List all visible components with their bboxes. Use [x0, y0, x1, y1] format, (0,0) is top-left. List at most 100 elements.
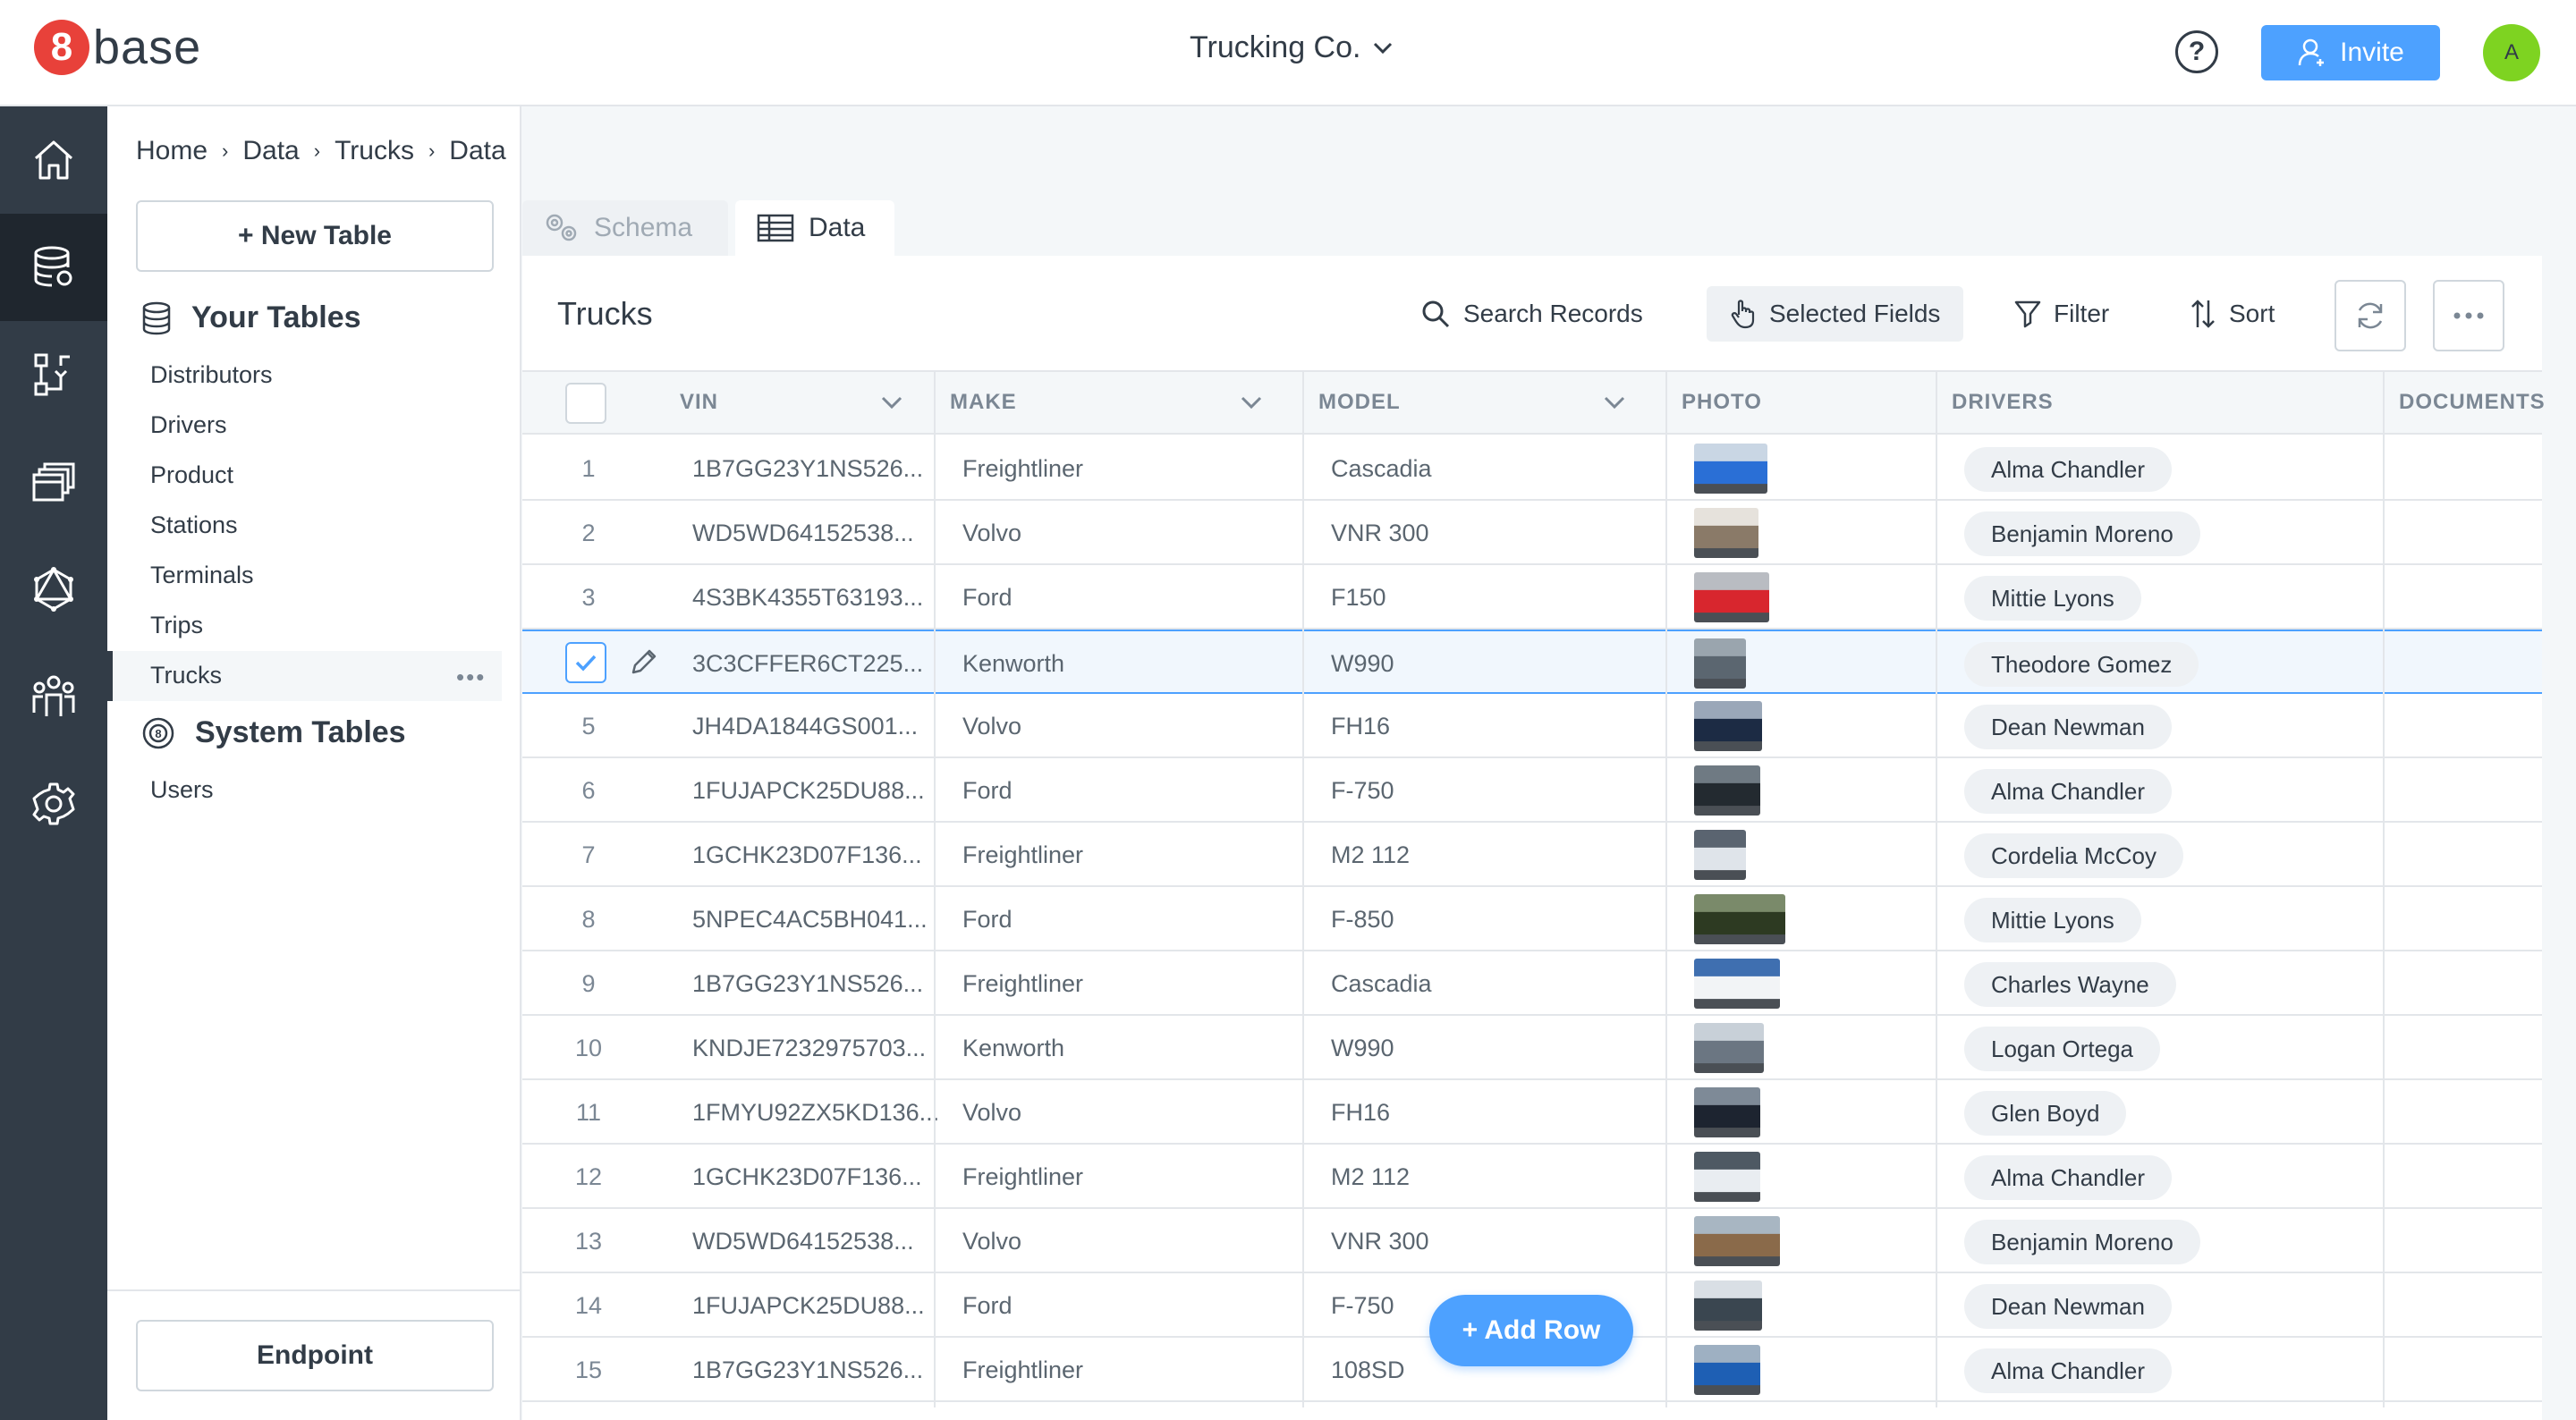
- vin-cell[interactable]: 5NPEC4AC5BH041...: [692, 887, 928, 951]
- filter-button[interactable]: Filter: [2014, 286, 2109, 342]
- vin-cell[interactable]: 1GCHK23D07F136...: [692, 1145, 922, 1209]
- workspace-selector[interactable]: Trucking Co.: [1190, 30, 1393, 65]
- tab-schema[interactable]: Schema: [522, 200, 728, 256]
- column-header-photo[interactable]: PHOTO: [1682, 370, 1762, 435]
- driver-chip[interactable]: Alma Chandler: [1964, 447, 2172, 492]
- table-row[interactable]: 6 1FUJAPCK25DU88... Ford F-750 Alma Chandler: [522, 758, 2542, 823]
- help-icon[interactable]: ?: [2175, 30, 2218, 73]
- breadcrumb-home[interactable]: Home: [136, 136, 208, 166]
- truck-photo-thumbnail[interactable]: [1694, 830, 1746, 880]
- table-row[interactable]: 12 1GCHK23D07F136... Freightliner M2 112 Alm…: [522, 1145, 2542, 1209]
- driver-chip[interactable]: Alma Chandler: [1964, 1348, 2172, 1393]
- vin-cell[interactable]: 4S3BK4355T63193...: [692, 565, 923, 630]
- make-cell[interactable]: Volvo: [962, 1080, 1021, 1145]
- truck-photo-thumbnail[interactable]: [1694, 638, 1746, 689]
- driver-chip[interactable]: Cordelia McCoy: [1964, 833, 2183, 878]
- make-cell[interactable]: Freightliner: [962, 1145, 1083, 1209]
- refresh-button[interactable]: [2334, 280, 2406, 351]
- driver-chip[interactable]: Benjamin Moreno: [1964, 1220, 2200, 1264]
- truck-photo-thumbnail[interactable]: [1694, 1281, 1762, 1331]
- table-row[interactable]: 1 1B7GG23Y1NS526... Freightliner Cascadia Al…: [522, 436, 2542, 501]
- table-row[interactable]: 10 KNDJE7232975703... Kenworth W990 Logan Or…: [522, 1016, 2542, 1080]
- make-cell[interactable]: Volvo: [962, 1209, 1021, 1273]
- sidebar-item-trucks[interactable]: Trucks: [150, 662, 222, 689]
- model-cell[interactable]: M2 112: [1331, 823, 1410, 887]
- truck-photo-thumbnail[interactable]: [1694, 444, 1767, 494]
- search-records-button[interactable]: Search Records: [1420, 286, 1643, 342]
- truck-photo-thumbnail[interactable]: [1694, 959, 1780, 1009]
- rail-logic[interactable]: [0, 321, 107, 428]
- driver-chip[interactable]: Alma Chandler: [1964, 769, 2172, 814]
- model-cell[interactable]: FH16: [1331, 694, 1390, 758]
- rail-settings[interactable]: [0, 750, 107, 858]
- invite-button[interactable]: Invite: [2261, 25, 2440, 80]
- breadcrumb-data[interactable]: Data: [242, 136, 299, 166]
- column-header-vin[interactable]: VIN: [680, 370, 903, 435]
- make-cell[interactable]: Freightliner: [962, 823, 1083, 887]
- breadcrumb-trucks[interactable]: Trucks: [335, 136, 414, 166]
- endpoint-button[interactable]: Endpoint: [136, 1320, 494, 1391]
- driver-chip[interactable]: Logan Ortega: [1964, 1027, 2161, 1071]
- vin-cell[interactable]: 3C3CFFER6CT225...: [692, 631, 923, 696]
- edit-icon[interactable]: [628, 647, 658, 682]
- tab-data[interactable]: Data: [735, 200, 894, 256]
- vin-cell[interactable]: 1FUJAPCK25DU88...: [692, 1273, 925, 1338]
- more-options-button[interactable]: [2433, 280, 2504, 351]
- driver-chip[interactable]: Mittie Lyons: [1964, 898, 2141, 942]
- sidebar-item-terminals[interactable]: Terminals: [150, 562, 254, 589]
- column-header-model[interactable]: MODEL: [1318, 370, 1626, 435]
- model-cell[interactable]: W990: [1331, 1016, 1394, 1080]
- table-row[interactable]: 3C3CFFER6CT225... Kenworth W990 Theodore Go…: [522, 630, 2542, 694]
- more-icon[interactable]: •••: [456, 664, 486, 691]
- driver-chip[interactable]: Alma Chandler: [1964, 1155, 2172, 1200]
- select-all-checkbox[interactable]: [565, 383, 606, 424]
- selected-fields-button[interactable]: Selected Fields: [1707, 286, 1964, 342]
- driver-chip[interactable]: Dean Newman: [1964, 1284, 2172, 1329]
- column-header-documents[interactable]: DOCUMENTS: [2399, 370, 2546, 435]
- sort-button[interactable]: Sort: [2190, 286, 2275, 342]
- make-cell[interactable]: Freightliner: [962, 436, 1083, 501]
- model-cell[interactable]: F-750: [1331, 1273, 1394, 1338]
- truck-photo-thumbnail[interactable]: [1694, 572, 1769, 622]
- make-cell[interactable]: Ford: [962, 1273, 1013, 1338]
- column-header-make[interactable]: MAKE: [950, 370, 1263, 435]
- app-logo[interactable]: 8 base: [34, 20, 201, 75]
- table-row[interactable]: 5 JH4DA1844GS001... Volvo FH16 Dean Newman: [522, 694, 2542, 758]
- truck-photo-thumbnail[interactable]: [1694, 1087, 1760, 1137]
- rail-home[interactable]: [0, 106, 107, 214]
- sidebar-item-users[interactable]: Users: [150, 776, 214, 804]
- model-cell[interactable]: F-850: [1331, 887, 1394, 951]
- model-cell[interactable]: W990: [1331, 631, 1394, 696]
- truck-photo-thumbnail[interactable]: [1694, 765, 1760, 816]
- table-row[interactable]: 11 1FMYU92ZX5KD136... Volvo FH16 Glen Boyd: [522, 1080, 2542, 1145]
- vin-cell[interactable]: 1FUJAPCK25DU88...: [692, 758, 925, 823]
- make-cell[interactable]: Freightliner: [962, 1338, 1083, 1402]
- driver-chip[interactable]: Dean Newman: [1964, 705, 2172, 749]
- sidebar-item-drivers[interactable]: Drivers: [150, 411, 227, 439]
- truck-photo-thumbnail[interactable]: [1694, 701, 1762, 751]
- driver-chip[interactable]: Glen Boyd: [1964, 1091, 2127, 1136]
- rail-team[interactable]: [0, 643, 107, 750]
- rail-graphql[interactable]: [0, 536, 107, 643]
- make-cell[interactable]: Volvo: [962, 501, 1021, 565]
- make-cell[interactable]: Freightliner: [962, 951, 1083, 1016]
- truck-photo-thumbnail[interactable]: [1694, 1345, 1760, 1395]
- sidebar-item-trips[interactable]: Trips: [150, 612, 203, 639]
- make-cell[interactable]: Kenworth: [962, 1016, 1064, 1080]
- model-cell[interactable]: FH16: [1331, 1080, 1390, 1145]
- model-cell[interactable]: Cascadia: [1331, 951, 1432, 1016]
- model-cell[interactable]: VNR 300: [1331, 501, 1429, 565]
- sidebar-item-distributors[interactable]: Distributors: [150, 361, 273, 389]
- truck-photo-thumbnail[interactable]: [1694, 1216, 1780, 1266]
- table-row[interactable]: 2 WD5WD64152538... Volvo VNR 300 Benjamin Mo…: [522, 501, 2542, 565]
- vin-cell[interactable]: 1B7GG23Y1NS526...: [692, 951, 923, 1016]
- rail-data[interactable]: [0, 214, 107, 321]
- table-row[interactable]: 8 5NPEC4AC5BH041... Ford F-850 Mittie Lyons: [522, 887, 2542, 951]
- avatar[interactable]: A: [2483, 24, 2540, 81]
- make-cell[interactable]: Ford: [962, 758, 1013, 823]
- model-cell[interactable]: M2 112: [1331, 1145, 1410, 1209]
- rail-pages[interactable]: [0, 428, 107, 536]
- model-cell[interactable]: F150: [1331, 565, 1386, 630]
- sidebar-item-product[interactable]: Product: [150, 461, 233, 489]
- truck-photo-thumbnail[interactable]: [1694, 1023, 1764, 1073]
